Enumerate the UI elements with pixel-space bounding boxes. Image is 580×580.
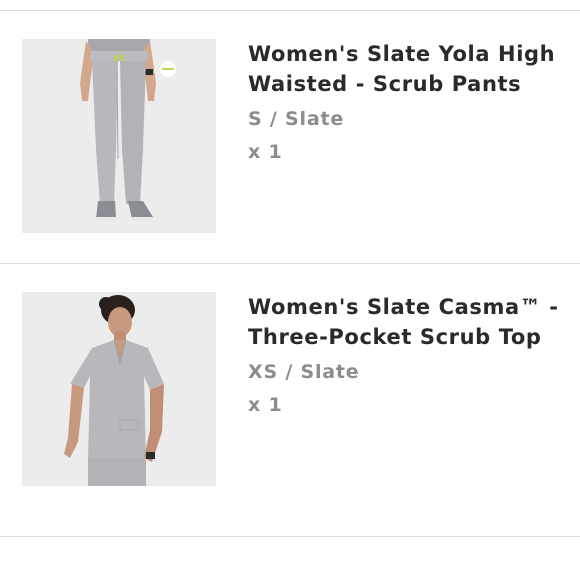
product-name[interactable]: Women's Slate Yola High Waisted - Scrub … xyxy=(248,39,573,99)
cart-item: Women's Slate Casma™ - Three-Pocket Scru… xyxy=(0,264,580,516)
product-variant: XS / Slate xyxy=(248,361,360,383)
cart-item: Women's Slate Yola High Waisted - Scrub … xyxy=(0,11,580,263)
scrub-pants-photo-icon xyxy=(22,39,216,233)
product-quantity: x 1 xyxy=(248,394,283,416)
bottom-divider xyxy=(0,536,580,537)
product-name[interactable]: Women's Slate Casma™ - Three-Pocket Scru… xyxy=(248,292,573,352)
product-variant: S / Slate xyxy=(248,108,345,130)
cart-item-details: Women's Slate Yola High Waisted - Scrub … xyxy=(248,39,573,164)
product-quantity: x 1 xyxy=(248,141,283,163)
scrub-top-photo-icon xyxy=(22,292,216,486)
scrub-pants-image[interactable] xyxy=(22,39,216,233)
cart-item-details: Women's Slate Casma™ - Three-Pocket Scru… xyxy=(248,292,573,417)
scrub-top-image[interactable] xyxy=(22,292,216,486)
